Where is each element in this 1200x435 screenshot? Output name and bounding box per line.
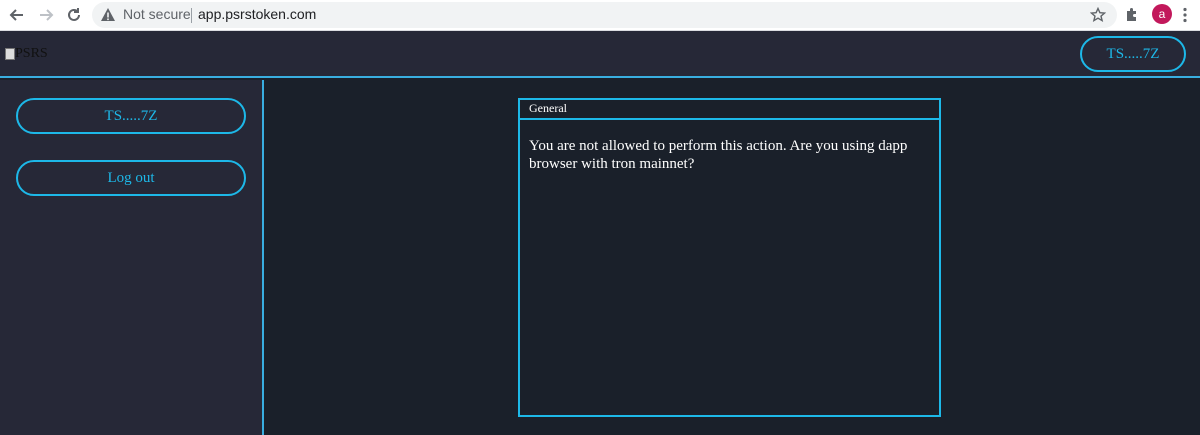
app-header: PSRS TS.....7Z <box>0 31 1200 78</box>
url-text[interactable]: app.psrstoken.com <box>198 6 316 22</box>
wallet-address-button[interactable]: TS.....7Z <box>1080 36 1186 72</box>
warning-icon <box>101 8 115 21</box>
sidebar-wallet-button[interactable]: TS.....7Z <box>16 98 246 134</box>
address-bar[interactable]: Not secure app.psrstoken.com <box>92 2 1117 28</box>
bookmark-star-icon[interactable] <box>1090 7 1106 23</box>
profile-avatar[interactable]: a <box>1152 4 1172 24</box>
reload-icon <box>68 8 80 21</box>
broken-image-icon <box>5 48 15 60</box>
security-label[interactable]: Not secure <box>123 6 191 22</box>
forward-button[interactable] <box>35 4 57 26</box>
arrow-right-icon <box>40 9 54 21</box>
main-content: General You are not allowed to perform t… <box>266 80 1200 435</box>
arrow-left-icon <box>9 9 23 21</box>
address-divider <box>191 8 192 23</box>
reload-button[interactable] <box>63 4 85 26</box>
error-message: You are not allowed to perform this acti… <box>529 138 908 172</box>
logout-button[interactable]: Log out <box>16 160 246 196</box>
logo[interactable]: PSRS <box>5 46 48 62</box>
more-menu-icon[interactable] <box>1182 7 1188 23</box>
extensions-puzzle-icon[interactable] <box>1124 7 1140 23</box>
sidebar: TS.....7Z Log out <box>0 80 264 435</box>
message-panel: General You are not allowed to perform t… <box>518 98 941 417</box>
back-button[interactable] <box>6 4 28 26</box>
panel-title: General <box>520 100 939 120</box>
logo-alt-text: PSRS <box>15 46 48 61</box>
browser-toolbar: Not secure app.psrstoken.com a <box>0 0 1200 31</box>
